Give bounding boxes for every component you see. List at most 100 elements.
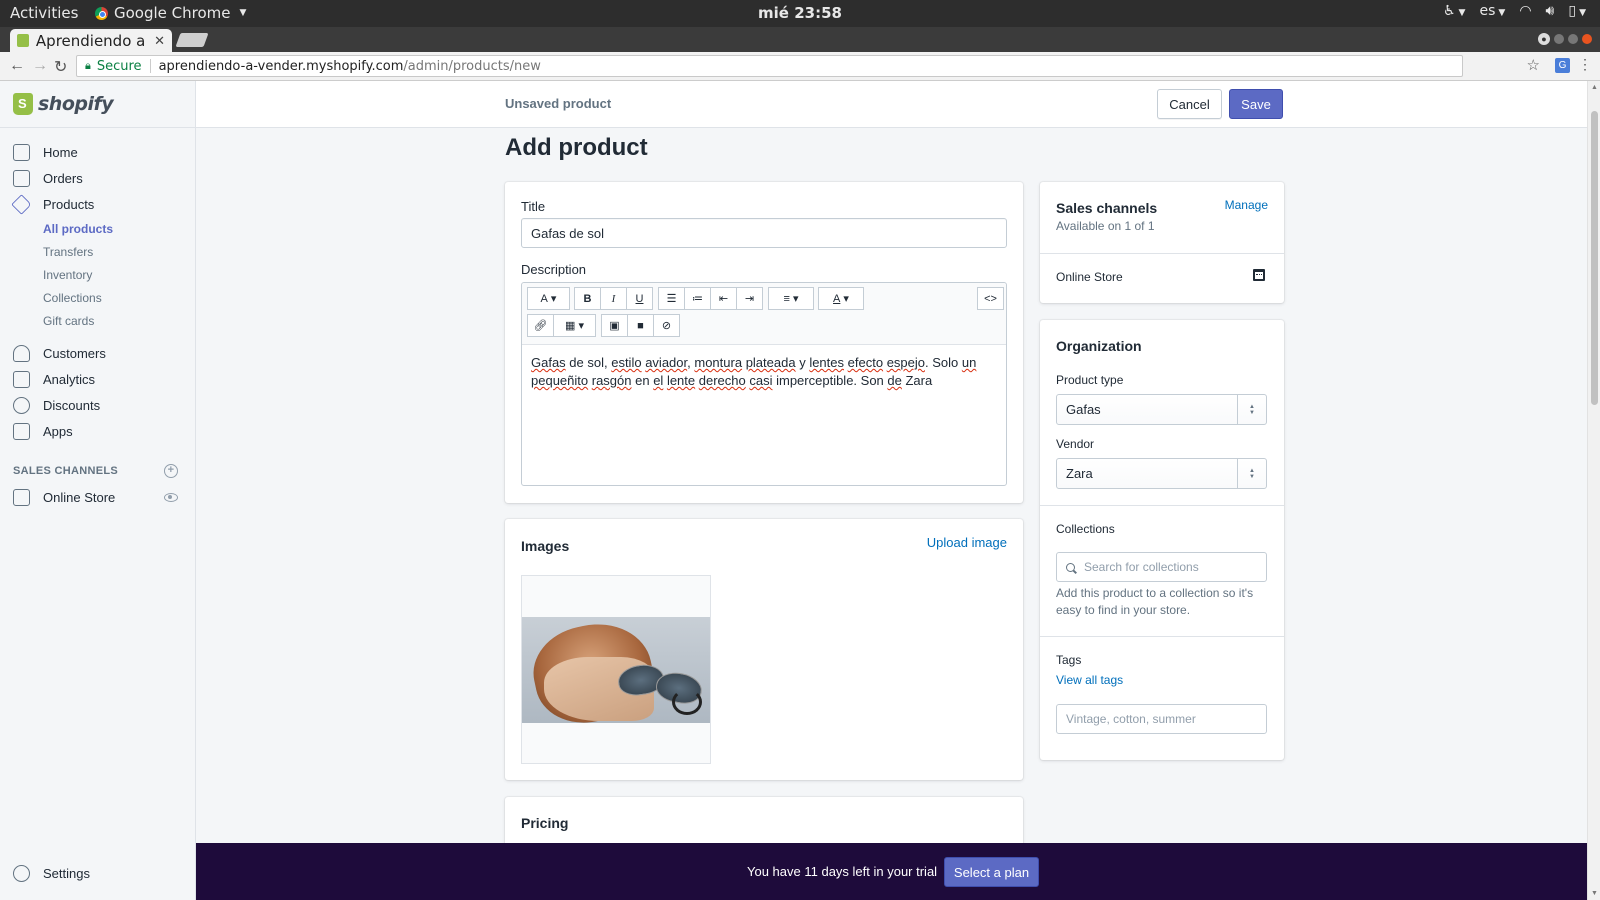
system-top-bar: Activities Google Chrome ▼ mié 23:58 ♿ ▼ … <box>0 0 1600 27</box>
sidebar-settings: Settings <box>0 860 195 886</box>
sidebar-subitem-all-products[interactable]: All products <box>0 217 195 240</box>
sidebar-item-settings[interactable]: Settings <box>0 860 195 886</box>
sidebar-item-customers[interactable]: Customers <box>0 340 195 366</box>
translate-extension-icon[interactable]: G <box>1555 58 1570 73</box>
sidebar-item-analytics[interactable]: Analytics <box>0 366 195 392</box>
sidebar-item-label: Settings <box>43 865 90 881</box>
clock[interactable]: mié 23:58 <box>758 4 842 22</box>
pricing-heading: Pricing <box>521 815 569 831</box>
sales-channels-heading: SALES CHANNELS <box>13 465 119 477</box>
divider <box>149 59 151 73</box>
scroll-down-icon[interactable]: ▼ <box>1591 890 1598 897</box>
battery-icon: ▯ ▼ <box>1568 3 1586 19</box>
sidebar-item-orders[interactable]: Orders <box>0 165 195 191</box>
clear-formatting-icon[interactable]: ⊘ <box>653 314 680 337</box>
scrollbar-thumb[interactable] <box>1591 111 1598 405</box>
sidebar-subitem-inventory[interactable]: Inventory <box>0 263 195 286</box>
close-tab-icon[interactable]: ✕ <box>154 33 165 49</box>
sidebar-item-label: Home <box>43 144 78 160</box>
volume-icon: 🔊︎ <box>1545 3 1555 19</box>
sidebar-item-label: Apps <box>43 423 73 439</box>
sales-channels-section: SALES CHANNELS + <box>0 458 195 484</box>
chrome-menu-icon[interactable]: ⋮ <box>1578 56 1592 73</box>
scroll-up-icon[interactable]: ▲ <box>1591 84 1598 91</box>
organization-card: Organization Product type Gafas ▲ ▼ Vendo… <box>1040 320 1284 760</box>
profile-icon[interactable]: ● <box>1538 33 1550 45</box>
language-indicator[interactable]: es ▼ <box>1479 3 1505 19</box>
collections-search-input[interactable]: Search for collections <box>1056 552 1267 582</box>
sidebar-item-products[interactable]: Products <box>0 191 195 217</box>
manage-link[interactable]: Manage <box>1225 198 1268 212</box>
accessibility-icon[interactable]: ♿ ▼ <box>1443 3 1465 19</box>
description-text[interactable]: Gafas de sol, estilo aviador, montura pl… <box>531 354 999 390</box>
html-source-button[interactable]: <> <box>977 287 1004 310</box>
wifi-icon: ◠ <box>1519 3 1532 19</box>
outdent-icon[interactable]: ⇤ <box>710 287 737 310</box>
bold-button[interactable]: B <box>574 287 601 310</box>
table-dropdown-icon[interactable]: ▦ ▾ <box>553 314 596 337</box>
cancel-button[interactable]: Cancel <box>1157 89 1222 119</box>
add-sales-channel-icon[interactable]: + <box>164 464 178 478</box>
product-type-select[interactable]: Gafas ▲ ▼ <box>1056 394 1267 425</box>
sunglasses-photo <box>522 617 710 723</box>
link-icon[interactable]: 🔗︎ <box>527 314 554 337</box>
view-all-tags-link[interactable]: View all tags <box>1056 673 1123 687</box>
system-tray[interactable]: ♿ ▼ es ▼ ◠ 🔊︎ ▯ ▼ <box>1443 3 1586 19</box>
address-bar[interactable]: 🔒︎ Secure aprendiendo-a-vender.myshopify… <box>76 55 1463 77</box>
eye-icon[interactable] <box>164 492 178 502</box>
activities-button[interactable]: Activities <box>10 4 78 22</box>
insert-video-icon[interactable]: ■ <box>627 314 654 337</box>
select-arrows-icon: ▲ ▼ <box>1237 459 1266 488</box>
bookmark-star-icon[interactable]: ☆ <box>1527 56 1540 74</box>
sidebar-subitem-gift-cards[interactable]: Gift cards <box>0 309 195 332</box>
divider <box>1040 253 1284 254</box>
sidebar-item-label: Discounts <box>43 397 101 413</box>
trial-message: You have 11 days left in your trial <box>747 864 938 879</box>
indent-icon[interactable]: ⇥ <box>736 287 763 310</box>
minimize-button[interactable] <box>1554 34 1564 44</box>
orders-icon <box>13 169 30 187</box>
bulleted-list-icon[interactable]: ☰ <box>658 287 685 310</box>
close-window-button[interactable] <box>1582 34 1592 44</box>
collections-help-text: Add this product to a collection so it's… <box>1056 586 1254 617</box>
tag-icon <box>11 193 32 215</box>
browser-tab[interactable]: Aprendiendo a ✕ <box>10 29 172 52</box>
forward-icon[interactable]: → <box>32 57 48 75</box>
text-color-button[interactable]: A ▾ <box>818 287 864 310</box>
align-dropdown-icon[interactable]: ≡ ▾ <box>768 287 814 310</box>
save-button[interactable]: Save <box>1229 89 1283 119</box>
title-input[interactable]: Gafas de sol <box>521 218 1007 248</box>
sidebar-item-online-store[interactable]: Online Store <box>0 484 195 510</box>
page-scrollbar[interactable]: ▲ ▼ <box>1587 81 1600 900</box>
product-type-label: Product type <box>1056 373 1124 387</box>
home-icon <box>13 143 30 161</box>
vendor-select[interactable]: Zara ▲ ▼ <box>1056 458 1267 489</box>
divider <box>1040 505 1284 506</box>
insert-image-icon[interactable]: ▣ <box>601 314 628 337</box>
maximize-button[interactable] <box>1568 34 1578 44</box>
italic-button[interactable]: I <box>600 287 627 310</box>
sales-channels-card: Sales channels Manage Available on 1 of … <box>1040 182 1284 303</box>
reload-icon[interactable]: ↻ <box>54 57 67 77</box>
search-icon <box>1066 562 1075 572</box>
underline-button[interactable]: U <box>626 287 653 310</box>
app-menu[interactable]: Google Chrome ▼ <box>95 4 246 22</box>
sidebar-subitem-transfers[interactable]: Transfers <box>0 240 195 263</box>
sidebar-item-home[interactable]: Home <box>0 139 195 165</box>
apps-grid-icon <box>13 422 30 440</box>
product-image-thumbnail[interactable] <box>521 575 711 764</box>
upload-image-link[interactable]: Upload image <box>927 535 1007 550</box>
back-icon[interactable]: ← <box>9 57 25 75</box>
numbered-list-icon[interactable]: ≔ <box>684 287 711 310</box>
calendar-icon[interactable] <box>1253 269 1265 281</box>
sidebar-subitem-collections[interactable]: Collections <box>0 286 195 309</box>
sidebar-item-apps[interactable]: Apps <box>0 418 195 444</box>
shopify-logo[interactable]: shopify <box>0 81 195 128</box>
tags-input[interactable]: Vintage, cotton, summer <box>1056 704 1267 734</box>
select-plan-button[interactable]: Select a plan <box>944 857 1039 887</box>
page-title: Add product <box>505 134 648 161</box>
new-tab-button[interactable] <box>175 33 209 47</box>
font-format-button[interactable]: A ▾ <box>527 287 570 310</box>
sidebar-item-discounts[interactable]: Discounts <box>0 392 195 418</box>
collections-label: Collections <box>1056 522 1115 536</box>
